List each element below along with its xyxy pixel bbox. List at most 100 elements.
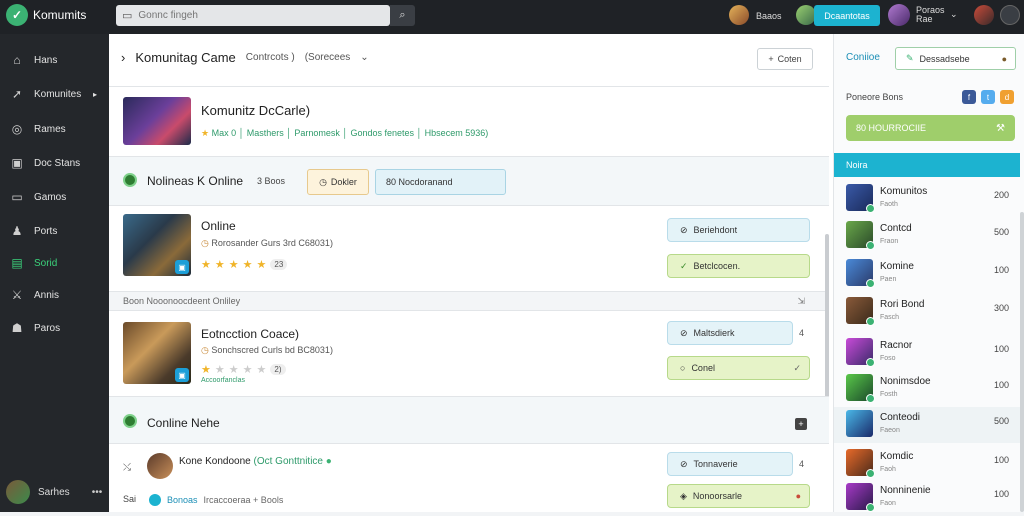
user2-avatar[interactable] bbox=[796, 5, 816, 25]
search-input[interactable] bbox=[138, 10, 369, 21]
row-action-tail[interactable]: 4 bbox=[799, 328, 804, 338]
add-icon[interactable]: + bbox=[795, 418, 807, 430]
right-list-item[interactable]: Komine Paen 100 bbox=[834, 256, 1020, 292]
post-tag[interactable]: (Oct Gonttnitice bbox=[254, 456, 323, 467]
right-scrollbar[interactable] bbox=[1020, 212, 1024, 512]
chevron-right-icon[interactable]: › bbox=[121, 50, 125, 65]
game-thumbnail[interactable]: ▣ bbox=[123, 214, 191, 276]
user1-avatar[interactable] bbox=[729, 5, 749, 25]
sidebar-item-gamos[interactable]: ▭ Gamos bbox=[0, 184, 109, 210]
row-title: Online bbox=[201, 219, 236, 233]
post-action-label: Nonoorsarle bbox=[692, 491, 742, 501]
home-icon: ⌂ bbox=[13, 53, 21, 67]
game-thumbnail[interactable]: ▣ bbox=[123, 322, 191, 384]
online-news-title: Conline Nehe bbox=[147, 416, 220, 430]
search-button[interactable]: ⌕ bbox=[390, 5, 415, 26]
right-list-item[interactable]: Nonninenie Faon 100 bbox=[834, 480, 1020, 516]
item-sub: Faon bbox=[880, 500, 896, 507]
item-thumbnail bbox=[846, 374, 875, 403]
rating-count: 23 bbox=[270, 259, 288, 270]
share-icon[interactable]: ⤯ bbox=[123, 462, 131, 473]
right-list-item[interactable]: Komunitos Faoth 200 bbox=[834, 181, 1020, 217]
right-list-item[interactable]: Nonimsdoe Fosth 100 bbox=[834, 371, 1020, 407]
item-sub: Foso bbox=[880, 355, 896, 362]
post-action-primary[interactable]: ⊘ Tonnaverie bbox=[667, 452, 793, 476]
item-name: Contcd bbox=[880, 223, 912, 234]
recommended-button[interactable]: 80 Nocdoranand bbox=[375, 169, 506, 195]
search-box[interactable]: ▭ bbox=[116, 5, 390, 26]
app-logo[interactable]: ✓ Komumits bbox=[6, 4, 86, 26]
globe-icon[interactable] bbox=[1000, 5, 1020, 25]
primary-button[interactable]: Dcaantotas bbox=[814, 5, 880, 26]
sword-icon: ⚔ bbox=[11, 288, 23, 302]
right-action-label: Dessadsebe bbox=[919, 53, 970, 64]
post-links-rest[interactable]: Ircaccoeraa + Bools bbox=[204, 495, 284, 505]
sidebar-item-rames[interactable]: ◎ Rames bbox=[0, 116, 109, 142]
collapse-icon[interactable]: ⇲ bbox=[797, 296, 805, 307]
right-green-button[interactable]: 80 HOURROCIIE ⚒ bbox=[846, 115, 1015, 141]
online-band: Nolineas K Online 3 Boos ◷ Dokler 80 Nocd… bbox=[109, 156, 829, 206]
app-name: Komumits bbox=[33, 8, 87, 22]
right-list-item[interactable]: Racnor Foso 100 bbox=[834, 335, 1020, 371]
avatar[interactable] bbox=[147, 453, 173, 479]
circle-icon: ○ bbox=[680, 363, 686, 373]
discord-icon[interactable]: d bbox=[1000, 90, 1014, 104]
sidebar-item-sorid[interactable]: ▤ Sorid bbox=[0, 250, 109, 276]
sidebar-user-name: Sarhes bbox=[38, 486, 70, 498]
chevron-down-icon[interactable]: ⌄ bbox=[950, 9, 958, 20]
hero-image[interactable] bbox=[123, 97, 191, 145]
sidebar-item-label: Komunites bbox=[34, 88, 82, 100]
sidebar-item-paros[interactable]: ☗ Paros bbox=[0, 315, 109, 341]
sidebar-item-ports[interactable]: ♟ Ports bbox=[0, 218, 109, 244]
row-action-primary[interactable]: ⊘ Beriehdont bbox=[667, 218, 810, 242]
row-action-secondary[interactable]: ○ Conel ✓ bbox=[667, 356, 810, 380]
user3-avatar[interactable] bbox=[888, 4, 910, 26]
right-action-button[interactable]: ✎ Dessadsebe ● bbox=[895, 47, 1016, 70]
user4-avatar[interactable] bbox=[974, 5, 994, 25]
platform-badge-icon: ▣ bbox=[175, 260, 189, 274]
right-list-item[interactable]: Contcd Fraon 500 bbox=[834, 218, 1020, 254]
row-subtitle: ◷ Sonchscred Curls bd BC8031) bbox=[201, 345, 333, 356]
sidebar-user[interactable]: Sarhes ••• bbox=[6, 480, 102, 504]
sidebar-item-label: Sorid bbox=[34, 257, 58, 269]
twitter-icon[interactable]: t bbox=[981, 90, 995, 104]
user1-label[interactable]: Baaos bbox=[756, 11, 782, 21]
filter-button[interactable]: ◷ Dokler bbox=[307, 169, 369, 195]
online-dot-icon bbox=[866, 317, 875, 326]
breadcrumb-sub2[interactable]: (Sorecees bbox=[305, 52, 351, 63]
post-link[interactable]: Bonoas bbox=[167, 495, 198, 505]
row-action-primary[interactable]: ⊘ Maltsdierk bbox=[667, 321, 793, 345]
right-list-item[interactable]: Komdic Faoh 100 bbox=[834, 446, 1020, 482]
item-count: 100 bbox=[994, 344, 1010, 354]
right-list-item[interactable]: Conteodi Faeon 500 bbox=[834, 407, 1020, 443]
grid-icon: ▤ bbox=[11, 256, 23, 270]
row-action-secondary[interactable]: ✓ Betclcocen. bbox=[667, 254, 810, 278]
facebook-icon[interactable]: f bbox=[962, 90, 976, 104]
post-action-secondary[interactable]: ◈ Nonoorsarle ● bbox=[667, 484, 810, 508]
top-action-button[interactable]: + Coten bbox=[757, 48, 813, 70]
breadcrumb-sub1[interactable]: Contrcots ) bbox=[246, 52, 295, 63]
item-thumbnail bbox=[846, 449, 875, 478]
sidebar-item-annis[interactable]: ⚔ Annis bbox=[0, 282, 109, 308]
sidebar-item-label: Hans bbox=[34, 54, 58, 66]
sidebar-item-home[interactable]: ⌂ Hans bbox=[0, 47, 109, 73]
item-sub: Faeon bbox=[880, 427, 900, 434]
sidebar-item-communities[interactable]: ➚ Komunites ▸ bbox=[0, 81, 109, 107]
item-count: 500 bbox=[994, 416, 1010, 426]
post-action-tail[interactable]: 4 bbox=[799, 459, 804, 469]
online-dot-icon bbox=[866, 279, 875, 288]
user3-label[interactable]: Poraos Rae bbox=[916, 6, 945, 24]
online-status-icon bbox=[123, 173, 137, 187]
list-item[interactable]: ▣ Online ◷ Rorosander Gurs 3rd C68031) ★… bbox=[109, 206, 829, 291]
item-thumbnail bbox=[846, 184, 875, 213]
item-name: Komdic bbox=[880, 451, 914, 462]
sidebar-item-doc-stans[interactable]: ▣ Doc Stans bbox=[0, 150, 109, 176]
list-item[interactable]: ▣ Eotncction Coace) ◷ Sonchscred Curls b… bbox=[109, 311, 829, 396]
row-action-label: Conel bbox=[691, 363, 715, 373]
right-tab[interactable]: Coniioe bbox=[846, 52, 880, 63]
ellipsis-icon[interactable]: ••• bbox=[92, 487, 103, 498]
tray-icon: ▭ bbox=[11, 190, 23, 204]
right-list-item[interactable]: Rori Bond Fasch 300 bbox=[834, 294, 1020, 330]
check-icon: ✓ bbox=[793, 362, 801, 373]
chevron-down-icon[interactable]: ⌄ bbox=[360, 52, 368, 63]
